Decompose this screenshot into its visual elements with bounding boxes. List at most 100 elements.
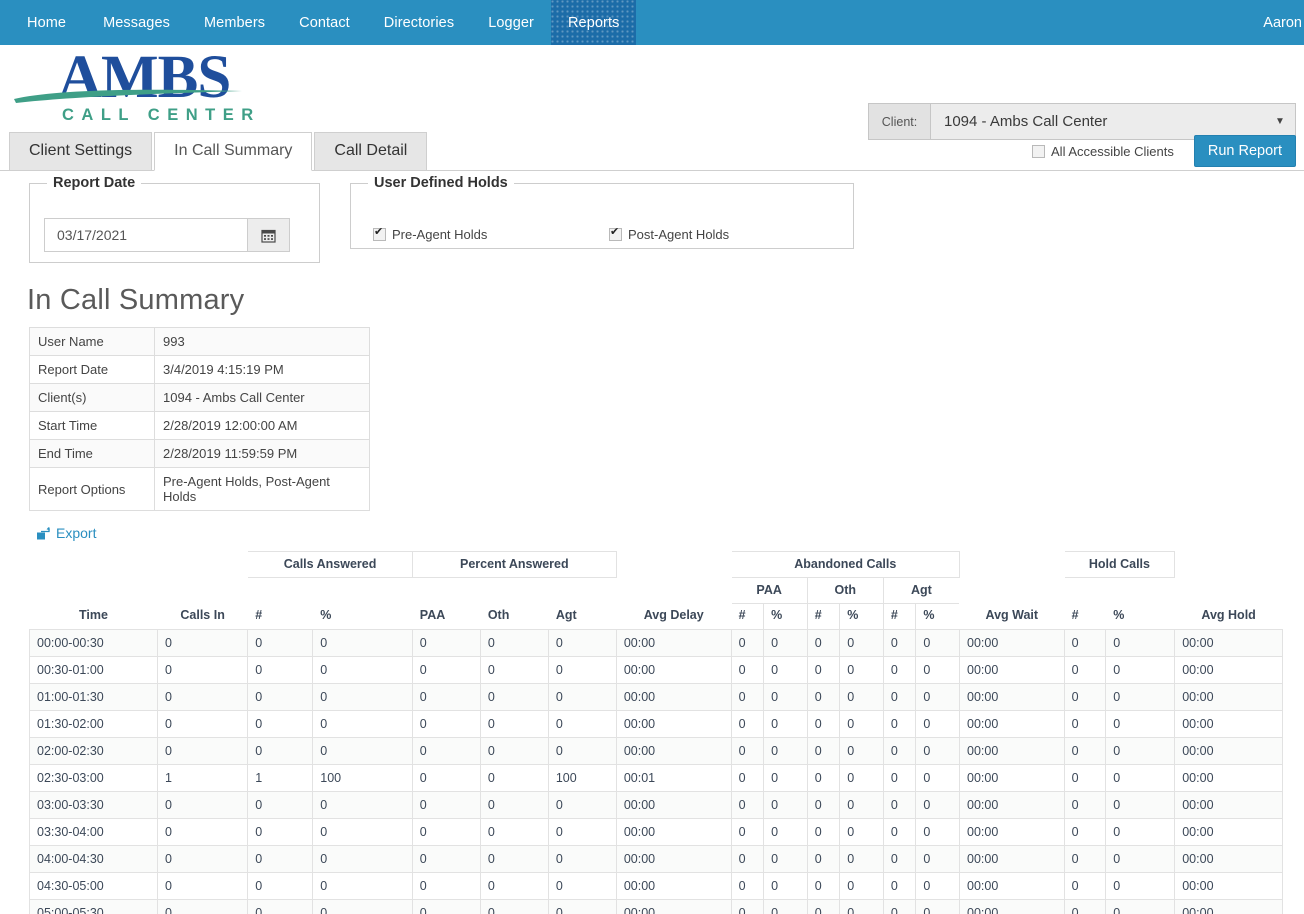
cell-value: 0 [730, 655, 765, 684]
all-accessible-clients-checkbox[interactable]: All Accessible Clients [1032, 144, 1174, 159]
cell-value: 0 [1105, 628, 1176, 657]
cell-value: 0 [763, 736, 808, 765]
cell-time: 04:30-05:00 [29, 871, 158, 900]
cell-value: 0 [312, 871, 413, 900]
cell-value: 0 [1063, 655, 1107, 684]
cell-value: 0 [730, 898, 765, 914]
cell-value: 0 [806, 655, 841, 684]
run-report-button[interactable]: Run Report [1193, 135, 1296, 167]
cell-value: 00:00 [959, 763, 1065, 792]
cell-value: 100 [312, 763, 413, 792]
cell-value: 0 [312, 655, 413, 684]
cell-value: 0 [882, 898, 917, 914]
cell-value: 0 [411, 817, 481, 846]
ambs-logo: AMBS CALL CENTER [6, 47, 296, 127]
grid-col-hold-pct: % [1105, 577, 1175, 630]
cell-value: 1 [156, 763, 249, 792]
cell-value: 0 [411, 790, 481, 819]
cell-value: 0 [547, 898, 617, 914]
cell-value: 00:00 [615, 682, 732, 711]
nav-user-name[interactable]: Aaron [1263, 0, 1304, 45]
info-value: 1094 - Ambs Call Center [154, 383, 370, 412]
cell-value: 0 [1063, 817, 1107, 846]
cell-value: 00:00 [1174, 763, 1283, 792]
checkbox-checked-icon[interactable] [373, 226, 386, 241]
table-row: Start Time 2/28/2019 12:00:00 AM [29, 411, 370, 440]
cell-value: 0 [312, 817, 413, 846]
table-row: Report Options Pre-Agent Holds, Post-Age… [29, 467, 370, 511]
cell-value: 0 [156, 682, 249, 711]
tab-label: Client Settings [29, 142, 133, 159]
cell-value: 00:00 [1174, 898, 1283, 914]
info-value: 3/4/2019 4:15:19 PM [154, 355, 370, 384]
cell-value: 0 [411, 655, 481, 684]
calendar-icon[interactable] [247, 219, 289, 251]
nav-item-contact[interactable]: Contact [282, 0, 367, 45]
cell-value: 0 [156, 817, 249, 846]
report-date-input[interactable] [45, 219, 247, 251]
cell-value: 0 [882, 628, 917, 657]
report-date-control[interactable] [44, 218, 290, 252]
cell-value: 0 [479, 790, 549, 819]
nav-item-home[interactable]: Home [0, 0, 86, 45]
checkbox-checked-icon[interactable] [609, 226, 622, 241]
cell-value: 0 [312, 736, 413, 765]
cell-value: 0 [156, 871, 249, 900]
export-label: Export [56, 525, 97, 541]
cell-value: 0 [763, 871, 808, 900]
table-row: 02:30-03:00 1 1 100 0 0 100 00:01 0 0 0 0 0 0 00:00 0 0 0… [29, 763, 1283, 792]
grid-group-percent-answered: Percent Answered [411, 550, 617, 578]
cell-value: 00:00 [615, 844, 732, 873]
cell-value: 0 [1105, 709, 1176, 738]
tab-call-detail[interactable]: Call Detail [314, 132, 428, 171]
checkbox-box-icon[interactable] [1032, 144, 1046, 158]
table-row: Client(s) 1094 - Ambs Call Center [29, 383, 370, 412]
report-info-body: User Name 993 Report Date 3/4/2019 4:15:… [29, 327, 370, 511]
all-accessible-clients-label: All Accessible Clients [1051, 143, 1174, 159]
pre-agent-holds-label: Pre-Agent Holds [392, 227, 488, 242]
grid-body: 00:00-00:30 0 0 0 0 0 0 00:00 0 0 0 0 0 0 00:00 0 0 00:00… [29, 628, 1283, 914]
nav-item-reports[interactable]: Reports [550, 0, 637, 45]
cell-value: 0 [730, 871, 765, 900]
nav-item-members[interactable]: Members [187, 0, 282, 45]
branding-band: AMBS CALL CENTER Client: 1094 - Ambs Cal… [0, 45, 1304, 140]
grid-col-aband-oth-pct: % [839, 602, 884, 630]
report-tabs-bar: Client Settings In Call Summary Call Det… [0, 131, 1304, 171]
cell-value: 0 [547, 736, 617, 765]
info-key: Start Time [29, 411, 155, 440]
report-actions: All Accessible Clients Run Report [1032, 135, 1296, 167]
cell-value: 0 [839, 790, 884, 819]
cell-value: 0 [806, 898, 841, 914]
cell-value: 0 [1105, 655, 1176, 684]
cell-value: 0 [312, 844, 413, 873]
cell-value: 0 [1063, 871, 1107, 900]
cell-value: 00:00 [615, 736, 732, 765]
cell-value: 0 [547, 628, 617, 657]
grid-col-avg-delay: Avg Delay [616, 551, 732, 630]
cell-value: 0 [312, 709, 413, 738]
cell-value: 0 [547, 871, 617, 900]
tab-in-call-summary[interactable]: In Call Summary [154, 132, 313, 171]
cell-value: 0 [411, 736, 481, 765]
cell-value: 0 [1063, 682, 1107, 711]
cell-value: 0 [730, 628, 765, 657]
tab-client-settings[interactable]: Client Settings [9, 132, 153, 171]
nav-item-logger[interactable]: Logger [471, 0, 551, 45]
cell-time: 00:30-01:00 [29, 655, 158, 684]
table-row: 01:00-01:30 0 0 0 0 0 0 00:00 0 0 0 0 0 0 00:00 0 0 00:00 [29, 682, 1283, 711]
pre-agent-holds-checkbox[interactable]: Pre-Agent Holds [373, 226, 609, 242]
nav-item-messages[interactable]: Messages [86, 0, 187, 45]
cell-value: 0 [915, 736, 960, 765]
cell-value: 00:00 [1174, 628, 1283, 657]
post-agent-holds-checkbox[interactable]: Post-Agent Holds [609, 226, 729, 242]
export-link[interactable]: Export [37, 525, 96, 541]
grid-col-pct-oth: Oth [480, 577, 549, 630]
cell-value: 0 [1063, 709, 1107, 738]
nav-item-directories[interactable]: Directories [367, 0, 471, 45]
cell-value: 0 [479, 682, 549, 711]
grid-col-answered-num: # [247, 577, 313, 630]
cell-value: 00:00 [959, 682, 1065, 711]
cell-value: 0 [806, 763, 841, 792]
cell-value: 0 [839, 817, 884, 846]
cell-value: 0 [1105, 898, 1176, 914]
